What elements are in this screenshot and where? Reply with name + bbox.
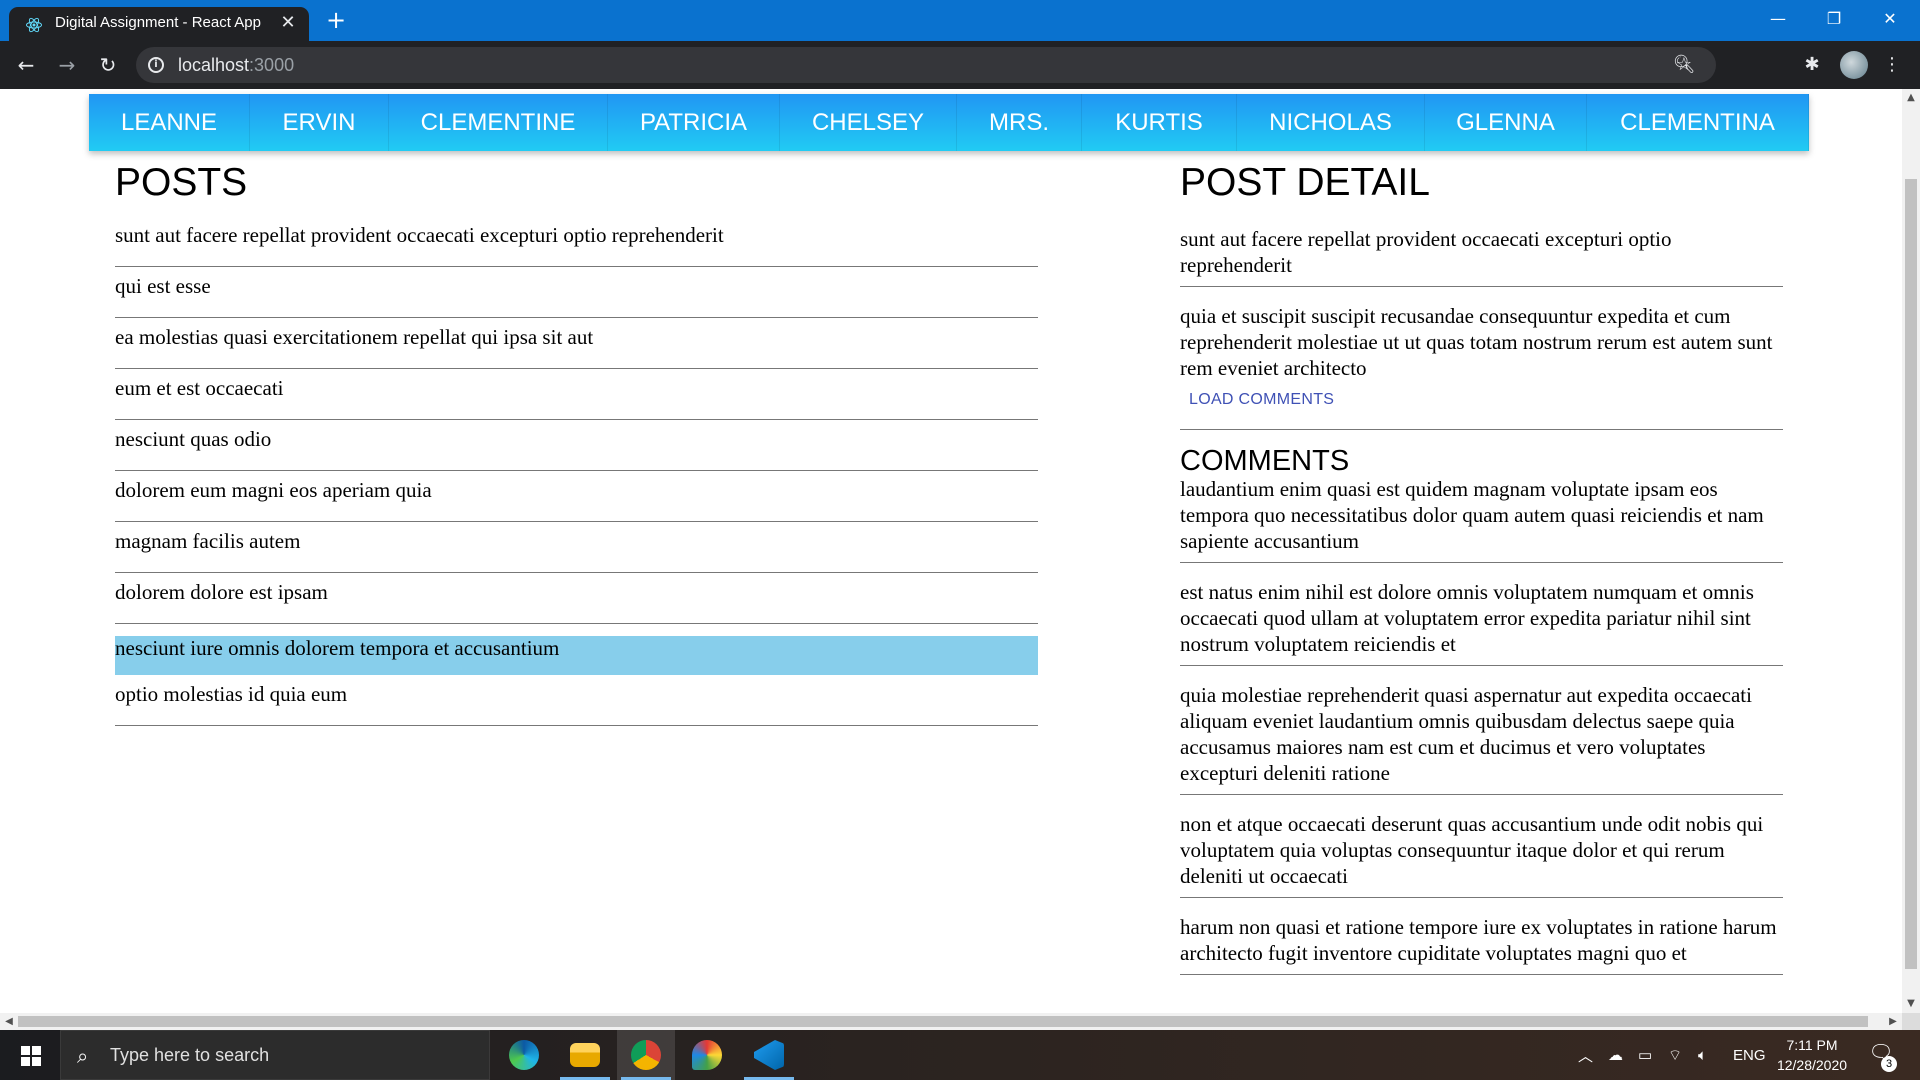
nav-item-kurtis[interactable]: KURTIS bbox=[1082, 94, 1237, 151]
post-title: magnam facilis autem bbox=[115, 529, 301, 553]
nav-item-mrs[interactable]: MRS. bbox=[957, 94, 1082, 151]
post-detail-title: sunt aut facere repellat provident occae… bbox=[1180, 226, 1783, 287]
nav-item-patricia[interactable]: PATRICIA bbox=[608, 94, 780, 151]
scroll-up-arrow-icon[interactable]: ▲ bbox=[1902, 89, 1920, 107]
taskbar-search-box[interactable]: ⌕ Type here to search bbox=[60, 1030, 490, 1080]
post-title: nesciunt quas odio bbox=[115, 427, 272, 451]
comment-item: est natus enim nihil est dolore omnis vo… bbox=[1180, 579, 1783, 666]
comment-item: harum non quasi et ratione tempore iure … bbox=[1180, 914, 1783, 975]
post-list-item[interactable]: ea molestias quasi exercitationem repell… bbox=[115, 318, 1038, 369]
address-bar[interactable]: i localhost:3000 🔍︎ ☆ bbox=[136, 47, 1716, 83]
edge-app-icon[interactable] bbox=[495, 1030, 553, 1080]
nav-item-nicholas[interactable]: NICHOLAS bbox=[1237, 94, 1425, 151]
post-title: dolorem eum magni eos aperiam quia bbox=[115, 478, 432, 502]
taskbar-clock[interactable]: 7:11 PM 12/28/2020 bbox=[1762, 1035, 1862, 1075]
post-title: optio molestias id quia eum bbox=[115, 682, 348, 706]
browser-titlebar: Digital Assignment - React App ✕ + — ❐ ✕ bbox=[0, 0, 1920, 41]
minimize-button[interactable]: — bbox=[1750, 0, 1806, 41]
posts-list: sunt aut facere repellat provident occae… bbox=[115, 216, 1038, 726]
start-button[interactable] bbox=[0, 1030, 60, 1080]
post-list-item[interactable]: nesciunt quas odio bbox=[115, 420, 1038, 471]
clock-time: 7:11 PM bbox=[1786, 1037, 1838, 1053]
tab-title: Digital Assignment - React App bbox=[55, 14, 261, 31]
comment-item: non et atque occaecati deserunt quas acc… bbox=[1180, 811, 1783, 898]
post-list-item[interactable]: qui est esse bbox=[115, 267, 1038, 318]
site-info-icon[interactable]: i bbox=[148, 57, 164, 73]
post-detail-body-block: quia et suscipit suscipit recusandae con… bbox=[1180, 303, 1783, 430]
nav-item-leanne[interactable]: LEANNE bbox=[89, 94, 250, 151]
extensions-icon[interactable]: ✱ bbox=[1800, 53, 1824, 77]
scroll-left-arrow-icon[interactable]: ◀ bbox=[0, 1013, 18, 1030]
nav-item-ervin[interactable]: ERVIN bbox=[250, 94, 389, 151]
onedrive-cloud-icon[interactable]: ☁ bbox=[1608, 1030, 1623, 1080]
windows-logo-icon bbox=[21, 1046, 41, 1066]
post-list-item[interactable]: dolorem dolore est ipsam bbox=[115, 573, 1038, 624]
post-detail-body: quia et suscipit suscipit recusandae con… bbox=[1180, 304, 1773, 380]
post-title: ea molestias quasi exercitationem repell… bbox=[115, 325, 594, 349]
url-port: :3000 bbox=[249, 55, 295, 75]
restore-button[interactable]: ❐ bbox=[1806, 0, 1862, 41]
nav-item-chelsey[interactable]: CHELSEY bbox=[780, 94, 957, 151]
browser-toolbar: ← → ↻ i localhost:3000 🔍︎ ☆ ✱ ⋮ bbox=[0, 41, 1920, 89]
reload-icon[interactable]: ↻ bbox=[94, 51, 122, 79]
wifi-icon[interactable]: ⌔ bbox=[1668, 1030, 1682, 1080]
language-indicator[interactable]: ENG bbox=[1733, 1030, 1766, 1080]
load-comments-button[interactable]: LOAD COMMENTS bbox=[1180, 385, 1343, 415]
post-title: qui est esse bbox=[115, 274, 211, 298]
horizontal-scrollbar[interactable]: ◀ ▶ bbox=[0, 1013, 1902, 1030]
nav-item-clementine[interactable]: CLEMENTINE bbox=[389, 94, 608, 151]
browser-tab[interactable]: Digital Assignment - React App ✕ bbox=[9, 7, 309, 41]
vertical-scroll-thumb[interactable] bbox=[1905, 179, 1917, 969]
notification-count-badge: 3 bbox=[1881, 1056, 1897, 1072]
url-host: localhost bbox=[178, 55, 250, 75]
back-arrow-icon[interactable]: ← bbox=[12, 51, 40, 79]
react-logo-icon bbox=[26, 17, 42, 33]
post-title: sunt aut facere repellat provident occae… bbox=[115, 223, 724, 247]
post-title: eum et est occaecati bbox=[115, 376, 284, 400]
comment-item: laudantium enim quasi est quidem magnam … bbox=[1180, 476, 1783, 563]
scrollbar-corner bbox=[1902, 1013, 1920, 1030]
comments-heading: COMMENTS bbox=[1180, 445, 1350, 477]
search-icon: ⌕ bbox=[77, 1044, 89, 1068]
post-list-item[interactable]: eum et est occaecati bbox=[115, 369, 1038, 420]
vertical-scrollbar[interactable]: ▲ ▼ bbox=[1902, 89, 1920, 1013]
post-list-item[interactable]: sunt aut facere repellat provident occae… bbox=[115, 216, 1038, 267]
windows-taskbar: ⌕ Type here to search ︿ ☁ ▭ ⌔ 🔈︎ ENG 7:1… bbox=[0, 1030, 1920, 1080]
close-window-button[interactable]: ✕ bbox=[1862, 0, 1918, 41]
user-navbar: LEANNE ERVIN CLEMENTINE PATRICIA CHELSEY MRS.… bbox=[89, 94, 1809, 151]
nav-item-clementina[interactable]: CLEMENTINA bbox=[1587, 94, 1809, 151]
chrome-app-icon[interactable] bbox=[617, 1030, 675, 1080]
vscode-app-icon[interactable] bbox=[740, 1030, 798, 1080]
comment-item: quia molestiae reprehenderit quasi asper… bbox=[1180, 682, 1783, 795]
url-text: localhost:3000 bbox=[178, 55, 294, 76]
posts-heading: POSTS bbox=[115, 161, 248, 204]
battery-icon[interactable]: ▭ bbox=[1638, 1030, 1652, 1080]
scroll-down-arrow-icon[interactable]: ▼ bbox=[1902, 995, 1920, 1013]
clock-date: 12/28/2020 bbox=[1776, 1057, 1848, 1073]
menu-kebab-icon[interactable]: ⋮ bbox=[1880, 53, 1904, 77]
post-detail: sunt aut facere repellat provident occae… bbox=[1180, 226, 1783, 991]
profile-avatar[interactable] bbox=[1840, 51, 1868, 79]
horizontal-scroll-thumb[interactable] bbox=[18, 1016, 1868, 1027]
forward-arrow-icon[interactable]: → bbox=[53, 51, 81, 79]
post-title: dolorem dolore est ipsam bbox=[115, 580, 328, 604]
scroll-right-arrow-icon[interactable]: ▶ bbox=[1884, 1013, 1902, 1030]
bookmark-star-icon[interactable]: ☆ bbox=[1672, 53, 1696, 77]
post-list-item[interactable]: magnam facilis autem bbox=[115, 522, 1038, 573]
post-list-item[interactable]: optio molestias id quia eum bbox=[115, 675, 1038, 726]
page-viewport: LEANNE ERVIN CLEMENTINE PATRICIA CHELSEY MRS.… bbox=[0, 89, 1902, 1013]
comments-list: laudantium enim quasi est quidem magnam … bbox=[1180, 476, 1783, 975]
post-detail-heading: POST DETAIL bbox=[1180, 161, 1430, 204]
search-placeholder: Type here to search bbox=[110, 1045, 270, 1065]
post-list-item[interactable]: dolorem eum magni eos aperiam quia bbox=[115, 471, 1038, 522]
tab-close-icon[interactable]: ✕ bbox=[277, 12, 299, 34]
post-title: nesciunt iure omnis dolorem tempora et a… bbox=[115, 636, 1038, 675]
file-explorer-icon[interactable] bbox=[556, 1030, 614, 1080]
show-hidden-icons-chevron-icon[interactable]: ︿ bbox=[1578, 1030, 1593, 1080]
volume-icon[interactable]: 🔈︎ bbox=[1698, 1030, 1707, 1080]
new-tab-button[interactable]: + bbox=[322, 7, 350, 35]
nav-item-glenna[interactable]: GLENNA bbox=[1425, 94, 1587, 151]
post-list-item[interactable]: nesciunt iure omnis dolorem tempora et a… bbox=[115, 624, 1038, 675]
paint-app-icon[interactable] bbox=[678, 1030, 736, 1080]
